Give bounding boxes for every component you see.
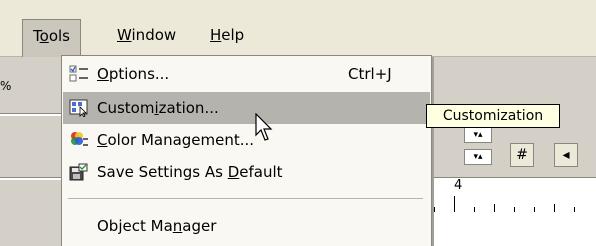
ruler-tick (434, 207, 435, 212)
menu-tools-label-b: ols (48, 27, 70, 45)
ruler-tick (534, 207, 535, 212)
spinner-control[interactable]: ▾▴ (464, 149, 492, 165)
toolbar-divider (0, 113, 62, 116)
mouse-cursor-icon (255, 113, 273, 141)
customization-icon (69, 99, 88, 117)
menu-item-customization[interactable]: Customization... (63, 92, 430, 124)
save-settings-icon (69, 163, 88, 181)
top-strip (0, 0, 596, 14)
menu-item-color-management-label: Color Management... (97, 131, 255, 149)
ruler-tick (474, 207, 475, 212)
menu-item-customization-label: Customization... (97, 99, 219, 117)
spinner-control[interactable]: ▾▴ (464, 127, 492, 143)
menu-tools[interactable]: Tools (22, 19, 81, 57)
menu-help-label-b: elp (221, 26, 245, 44)
menu-item-options[interactable]: Options... Ctrl+J (63, 58, 430, 90)
ruler-number: 4 (454, 178, 463, 193)
ruler-tick (514, 207, 515, 212)
align-icon[interactable]: ◂ (554, 143, 578, 167)
ruler-tick (494, 204, 495, 212)
options-icon (69, 65, 88, 82)
menu-item-object-manager[interactable]: Object Manager (63, 210, 430, 242)
menu-window-label-b: indow (131, 26, 177, 44)
menu-item-color-management[interactable]: Color Management... (63, 124, 430, 156)
tools-dropdown-menu: Options... Ctrl+J Customization... Color… (61, 55, 432, 246)
menu-help[interactable]: Help (200, 20, 254, 50)
menu-tools-label-mnemonic: o (39, 27, 49, 45)
menu-item-options-label: Options... (97, 65, 170, 83)
menubar: Tools Window Help (0, 14, 596, 57)
toolbar-divider (0, 177, 62, 180)
ruler-tick (554, 204, 555, 212)
ruler-tick (454, 196, 455, 212)
left-toolbar-area: % (0, 57, 62, 245)
menu-item-save-settings-default[interactable]: Save Settings As Default (63, 156, 430, 188)
menu-window[interactable]: Window (107, 20, 186, 50)
menu-item-options-shortcut: Ctrl+J (348, 65, 392, 83)
menu-item-save-settings-default-label: Save Settings As Default (97, 163, 283, 181)
color-management-icon (71, 132, 88, 146)
menu-tools-label-a: T (33, 27, 40, 45)
zoom-fragment: % (0, 79, 12, 93)
menu-item-object-manager-label: Object Manager (97, 217, 217, 235)
ruler: 4 (430, 177, 596, 246)
grid-icon[interactable]: # (510, 143, 534, 167)
customization-tooltip: Customization (426, 104, 560, 128)
right-toolbar-area: ▾▴ ▾▴ # ◂ 4 (430, 57, 596, 246)
ruler-tick (574, 207, 575, 212)
menu-help-label-mnemonic: H (210, 26, 222, 44)
menu-window-label-mnemonic: W (117, 26, 132, 44)
menu-separator (68, 198, 423, 199)
